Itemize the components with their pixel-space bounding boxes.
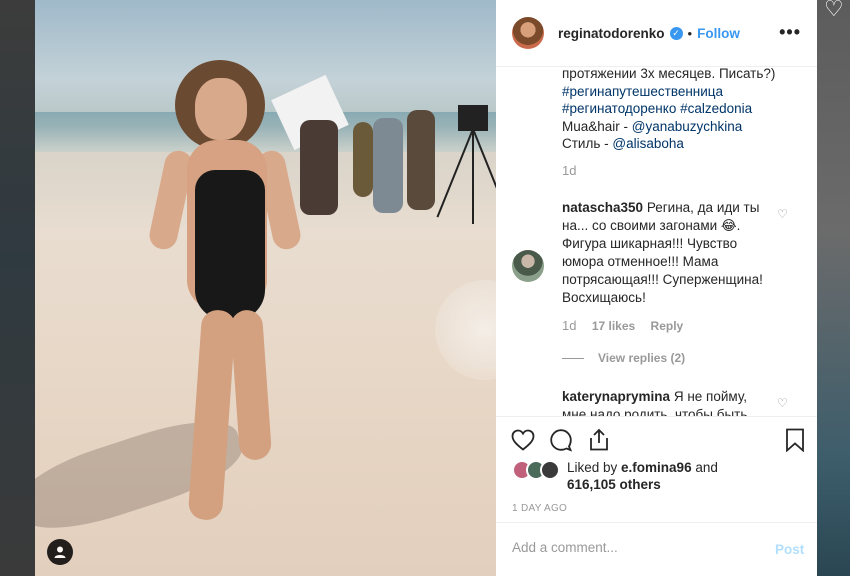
liked-by-user[interactable]: e.fomina96: [621, 460, 692, 475]
liked-by-text: Liked by e.fomina96 and 616,105 others: [567, 459, 718, 493]
post-side-panel: reginatodorenko ✓ • Follow ••• протяжени…: [496, 0, 817, 576]
background-right-strip: [817, 0, 850, 576]
comment-username[interactable]: katerynaprymina: [562, 389, 670, 404]
post-header: reginatodorenko ✓ • Follow •••: [496, 0, 817, 67]
background-heart-icon[interactable]: ♡: [824, 0, 850, 20]
photo-lens-flare: [435, 280, 496, 380]
post-photo[interactable]: [35, 0, 496, 576]
caption-timestamp[interactable]: 1d: [562, 163, 576, 178]
photo-crew-member: [353, 122, 373, 197]
comment-text: natascha350 Регина, да иди ты на... со с…: [562, 199, 772, 307]
liked-by-prefix: Liked by: [567, 460, 622, 475]
caption-mua-label: Mua&hair -: [562, 118, 632, 134]
comment-username[interactable]: natascha350: [562, 200, 643, 215]
comment-meta: 1d 17 likes Reply: [562, 318, 695, 333]
comment-avatar[interactable]: [512, 250, 544, 282]
comment-like-icon[interactable]: ♡: [777, 396, 788, 410]
comment-timestamp[interactable]: 1d: [562, 318, 576, 333]
header-separator: •: [687, 25, 693, 41]
more-options-icon[interactable]: •••: [779, 22, 801, 43]
hashtag-link[interactable]: #calzedonia: [680, 101, 752, 116]
view-replies-button[interactable]: View replies (2): [562, 351, 685, 365]
caption-text: протяжении 3х месяцев. Писать?): [562, 67, 776, 81]
photo-model: [146, 60, 317, 530]
likes-others-count[interactable]: 616,105 others: [567, 477, 661, 492]
comments-list[interactable]: протяжении 3х месяцев. Писать?) #регинап…: [496, 67, 817, 416]
liked-by-suffix: and: [691, 460, 718, 475]
comment-likes-count[interactable]: 17 likes: [592, 319, 635, 333]
add-comment-input[interactable]: [512, 540, 752, 555]
view-replies-label: View replies (2): [598, 351, 686, 365]
tagged-users-icon[interactable]: [47, 539, 73, 565]
comment-reply-button[interactable]: Reply: [651, 319, 684, 333]
liker-avatar: [540, 460, 560, 480]
comment-like-icon[interactable]: ♡: [777, 207, 788, 221]
post-timestamp[interactable]: 1 DAY AGO: [512, 503, 567, 514]
add-comment-bar: Post: [496, 522, 817, 576]
share-icon[interactable]: [586, 427, 612, 453]
action-icons: [510, 427, 612, 453]
bookmark-icon[interactable]: [782, 427, 808, 453]
photo-crew-member: [373, 118, 403, 213]
mention-link[interactable]: @alisaboha: [612, 136, 684, 151]
post-actions: Liked by e.fomina96 and 616,105 others 1…: [496, 416, 817, 514]
liked-by-avatars[interactable]: [512, 460, 560, 480]
post-caption: протяжении 3х месяцев. Писать?) #регинап…: [562, 67, 782, 153]
author-username[interactable]: reginatodorenko: [558, 26, 665, 41]
post-comment-button[interactable]: Post: [775, 542, 804, 557]
like-heart-icon[interactable]: [510, 427, 536, 453]
comment-body: Регина, да иди ты на... со своими загона…: [562, 200, 763, 305]
photo-tripod: [436, 105, 496, 224]
comment-bubble-icon[interactable]: [548, 427, 574, 453]
mention-link[interactable]: @yanabuzychkina: [632, 119, 743, 134]
hashtag-link[interactable]: #регинатодоренко: [562, 101, 676, 116]
caption-style-label: Стиль -: [562, 136, 613, 151]
photo-crew-member: [407, 110, 435, 210]
view-replies-line: [562, 357, 584, 359]
follow-button[interactable]: Follow: [697, 26, 740, 41]
hashtag-link[interactable]: #регинапутешественница: [562, 84, 723, 99]
author-avatar[interactable]: [512, 17, 544, 49]
background-left-strip: [0, 0, 35, 576]
verified-badge-icon: ✓: [669, 26, 683, 40]
comment-text: katerynaprymina Я не пойму, мне надо род…: [562, 388, 772, 416]
